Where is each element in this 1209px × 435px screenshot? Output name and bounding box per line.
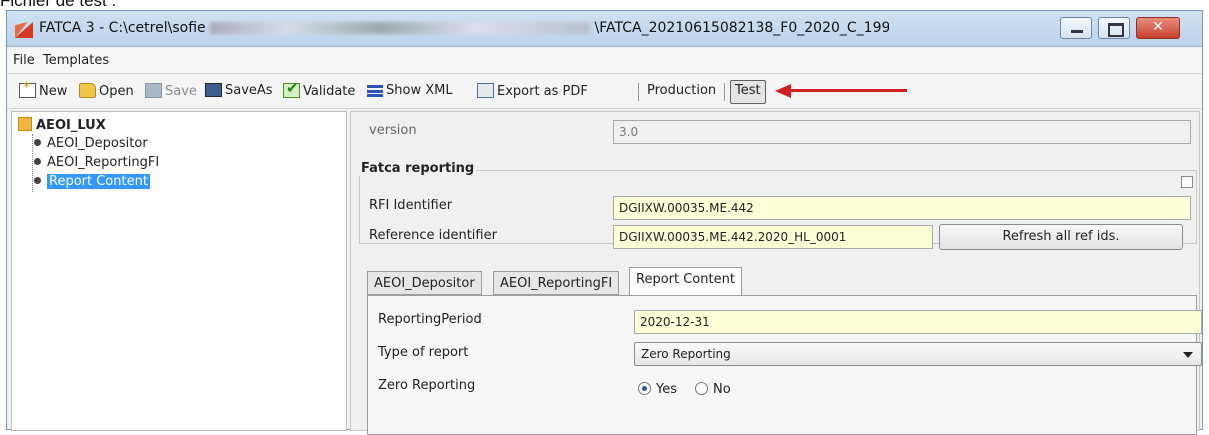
type-of-report-value: Zero Reporting [641,347,731,361]
radio-empty-icon [695,382,708,395]
show-xml-label: Show XML [386,83,453,98]
tree-item-label: AEOI_Depositor [47,136,148,151]
menu-templates[interactable]: Templates [43,53,109,68]
reporting-period-field[interactable]: 2020-12-31 [634,310,1202,334]
export-pdf-label: Export as PDF [497,84,588,99]
folder-open-icon [79,83,96,98]
expand-icon[interactable] [1181,176,1193,188]
folder-icon [18,117,32,131]
tree-root-label: AEOI_LUX [36,118,106,133]
printer-icon [477,83,494,98]
zero-reporting-label: Zero Reporting [378,378,476,393]
reference-label: Reference identifier [369,228,497,243]
minimize-button[interactable] [1060,17,1092,39]
save-as-icon [205,83,222,97]
tab-reportingfi[interactable]: AEOI_ReportingFI [493,271,620,295]
window-title-suffix: \FATCA_20210615082138_F0_2020_C_19960331… [594,20,889,36]
rfi-field[interactable]: DGIIXW.00035.ME.442 [613,196,1191,220]
tree-item-label: AEOI_ReportingFI [47,155,160,170]
save-label: Save [165,84,197,99]
open-button[interactable]: Open [79,83,134,99]
menu-file[interactable]: File [13,53,35,68]
yes-label: Yes [656,382,677,397]
radio-selected-icon [638,382,651,395]
version-label: version [369,123,417,138]
type-of-report-select[interactable]: Zero Reporting [634,342,1202,366]
validate-check-icon [283,79,300,98]
close-icon: ✕ [1152,19,1164,35]
tab-report-content[interactable]: Report Content [629,267,742,296]
toolbar: New Open Save SaveAs Validate Show XML E… [7,75,1202,109]
chevron-down-icon [1183,352,1193,358]
show-xml-button[interactable]: Show XML [367,83,453,98]
version-field[interactable]: 3.0 [613,120,1191,144]
save-button[interactable]: Save [145,83,197,99]
window-title-prefix: FATCA 3 - C:\cetrel\sofie [39,20,206,36]
tree-item-report-content[interactable]: Report Content [28,174,150,189]
new-button[interactable]: New [19,80,68,99]
toolbar-separator [638,83,639,101]
validate-label: Validate [303,84,356,99]
maximize-button[interactable] [1098,17,1130,39]
refresh-ref-ids-button[interactable]: Refresh all ref ids. [939,224,1183,250]
node-icon [34,139,41,146]
validate-button[interactable]: Validate [283,79,356,99]
saveas-label: SaveAs [225,83,273,98]
node-icon [34,177,41,184]
menu-bar: File Templates [7,48,1202,74]
production-toggle[interactable]: Production [647,83,716,98]
zero-yes-option[interactable]: Yes [638,382,677,397]
window-title: FATCA 3 - C:\cetrel\sofie \FATCA_2021061… [39,20,889,36]
tree-item-reportingfi[interactable]: AEOI_ReportingFI [28,155,159,170]
detail-panel: version 3.0 Fatca reporting RFI Identifi… [350,111,1202,435]
test-toggle[interactable]: Test [730,80,766,104]
report-content-panel: ReportingPeriod 2020-12-31 Type of repor… [367,295,1202,435]
redacted-path [210,22,591,34]
reporting-period-label: ReportingPeriod [378,312,482,327]
menu-lines-icon [367,85,383,97]
app-window: FATCA 3 - C:\cetrel\sofie \FATCA_2021061… [6,10,1203,435]
title-bar: FATCA 3 - C:\cetrel\sofie \FATCA_2021061… [7,11,1202,47]
rfi-label: RFI Identifier [369,198,453,213]
tree-item-depositor[interactable]: AEOI_Depositor [28,136,148,151]
close-button[interactable]: ✕ [1136,17,1180,39]
no-label: No [713,382,731,397]
new-document-icon [19,80,36,98]
fatca-reporting-title: Fatca reporting [359,161,477,176]
toolbar-separator [724,83,725,101]
tab-depositor[interactable]: AEOI_Depositor [367,271,482,295]
tree-item-label-selected: Report Content [47,174,150,189]
tree-panel: AEOI_LUX AEOI_Depositor AEOI_ReportingFI… [11,111,347,431]
zero-no-option[interactable]: No [695,382,731,397]
export-pdf-button[interactable]: Export as PDF [477,83,588,99]
saveas-button[interactable]: SaveAs [205,83,273,98]
new-label: New [39,84,68,99]
save-icon [145,83,162,98]
reference-field[interactable]: DGIIXW.00035.ME.442.2020_HL_0001 [613,225,933,249]
node-icon [34,158,41,165]
type-of-report-label: Type of report [378,345,469,360]
tree-root[interactable]: AEOI_LUX [18,117,106,133]
open-label: Open [99,84,134,99]
